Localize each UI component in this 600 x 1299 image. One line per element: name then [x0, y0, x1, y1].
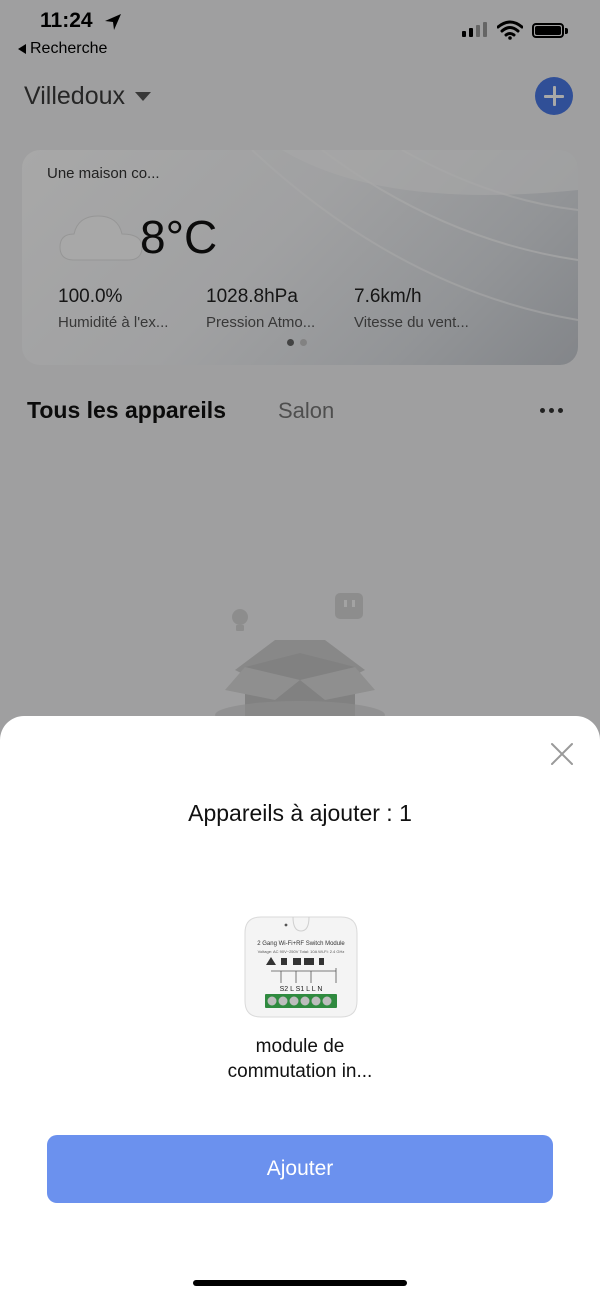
add-button[interactable]: Ajouter — [47, 1135, 553, 1203]
switch-module-image[interactable]: 2 Gang Wi-Fi+RF Switch Module Voltage: A… — [241, 913, 361, 1021]
home-indicator — [193, 1280, 407, 1286]
module-title-text: 2 Gang Wi-Fi+RF Switch Module — [257, 941, 345, 947]
device-name-label: module de commutation in... — [227, 1036, 373, 1082]
close-icon[interactable] — [549, 741, 575, 767]
sheet-title: Appareils à ajouter : 1 — [188, 800, 412, 826]
module-spec-text: Voltage: AC 90V~250V Total: 10A Wi-Fi: 2… — [258, 949, 345, 954]
terminal-labels: S2 L S1 L L N — [280, 986, 323, 993]
